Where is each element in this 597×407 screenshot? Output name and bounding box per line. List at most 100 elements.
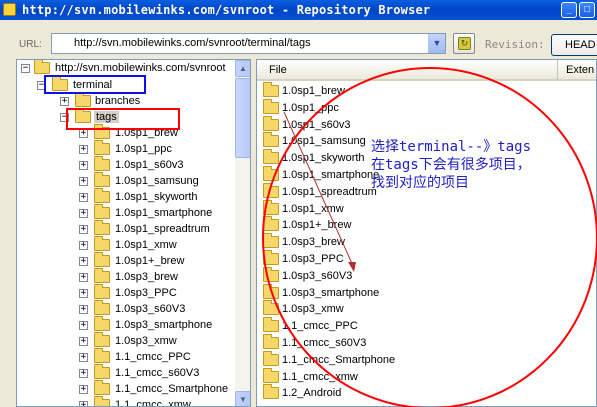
file-name[interactable]: 1.0sp3_smartphone <box>282 287 379 299</box>
tree-item-label[interactable]: 1.0sp1_s60v3 <box>115 159 184 171</box>
file-name[interactable]: 1.1_cmcc_s60V3 <box>282 337 366 349</box>
expand-icon[interactable]: + <box>60 97 69 106</box>
tree-item-label[interactable]: 1.0sp3_smartphone <box>115 319 212 331</box>
folder-icon <box>263 317 279 333</box>
expand-icon[interactable]: + <box>79 289 88 298</box>
folder-icon <box>94 348 110 363</box>
expand-icon[interactable]: + <box>79 145 88 154</box>
tree-item-label[interactable]: 1.0sp1_spreadtrum <box>115 223 210 235</box>
tree-vertical-scrollbar[interactable]: ▲ ▼ <box>235 60 250 406</box>
folder-icon <box>94 364 110 379</box>
tree-item-label[interactable]: 1.0sp1_samsung <box>115 175 199 187</box>
head-button[interactable]: HEAD <box>551 34 597 56</box>
folder-icon <box>94 140 110 155</box>
file-name[interactable]: 1.0sp3_s60V3 <box>282 270 352 282</box>
tree-item-label[interactable]: 1.1_cmcc_PPC <box>115 351 191 363</box>
tree-item-label[interactable]: 1.0sp1_xmw <box>115 239 177 251</box>
refresh-button[interactable]: ↻ <box>453 33 475 54</box>
folder-icon <box>94 156 110 171</box>
tree-item-label[interactable]: 1.0sp1_smartphone <box>115 207 212 219</box>
expand-icon[interactable]: + <box>79 209 88 218</box>
app-icon <box>3 3 16 16</box>
file-name[interactable]: 1.0sp1_smartphone <box>282 169 379 181</box>
expand-icon[interactable]: + <box>79 129 88 138</box>
tree-label-root[interactable]: http://svn.mobilewinks.com/svnroot <box>55 62 226 74</box>
tree-item-label[interactable]: 1.0sp1_ppc <box>115 143 172 155</box>
tree-item-label[interactable]: 1.0sp1+_brew <box>115 255 184 267</box>
file-name[interactable]: 1.0sp1_xmw <box>282 203 344 215</box>
folder-icon <box>94 204 110 219</box>
window-title: http://svn.mobilewinks.com/svnroot - Rep… <box>22 3 431 17</box>
folder-icon <box>94 300 110 315</box>
minimize-button[interactable]: _ <box>561 2 577 18</box>
folder-icon <box>263 266 279 282</box>
file-name[interactable]: 1.2_Android <box>282 387 341 399</box>
expand-icon[interactable]: + <box>79 273 88 282</box>
expand-icon[interactable]: + <box>79 305 88 314</box>
folder-icon <box>94 220 110 235</box>
folder-icon <box>75 92 91 107</box>
expand-icon[interactable]: + <box>79 321 88 330</box>
folder-icon <box>94 252 110 267</box>
file-list-pane[interactable]: File Exten 1.0sp1_brew 1.0sp1_ppc 1.0sp1_s… <box>256 59 597 407</box>
folder-icon <box>94 188 110 203</box>
scroll-down-icon[interactable]: ▼ <box>235 391 250 406</box>
tree-item-label[interactable]: 1.0sp3_s60V3 <box>115 303 185 315</box>
file-name[interactable]: 1.0sp3_xmw <box>282 303 344 315</box>
file-name[interactable]: 1.0sp1_s60v3 <box>282 119 351 131</box>
column-header-file[interactable]: File <box>257 60 558 81</box>
expand-icon[interactable]: + <box>79 257 88 266</box>
folder-icon <box>263 98 279 114</box>
tree-item-label[interactable]: 1.0sp3_brew <box>115 271 178 283</box>
folder-icon <box>94 396 110 406</box>
tree-item-label[interactable]: 1.1_cmcc_Smartphone <box>115 383 228 395</box>
folder-icon <box>263 216 279 232</box>
tree-item-label[interactable]: 1.0sp3_xmw <box>115 335 177 347</box>
tree-label-branches[interactable]: branches <box>95 95 140 107</box>
expand-icon[interactable]: + <box>79 193 88 202</box>
tree-item-label[interactable]: 1.0sp3_PPC <box>115 287 177 299</box>
tree-item-label[interactable]: 1.1_cmcc_xmw <box>115 399 191 406</box>
file-name[interactable]: 1.0sp1_samsung <box>282 135 366 147</box>
file-name[interactable]: 1.0sp1+_brew <box>282 219 351 231</box>
folder-icon <box>263 283 279 299</box>
chevron-down-icon[interactable]: ▼ <box>428 34 445 53</box>
file-name[interactable]: 1.1_cmcc_PPC <box>282 320 358 332</box>
folder-icon <box>263 182 279 198</box>
expand-icon[interactable]: + <box>79 177 88 186</box>
scrollbar-thumb[interactable] <box>235 78 250 158</box>
expand-icon[interactable]: + <box>79 337 88 346</box>
expand-icon[interactable]: + <box>79 241 88 250</box>
maximize-button[interactable]: □ <box>579 2 595 18</box>
file-name[interactable]: 1.0sp1_skyworth <box>282 152 365 164</box>
expand-icon[interactable]: + <box>79 369 88 378</box>
folder-icon <box>94 236 110 251</box>
file-name[interactable]: 1.0sp1_brew <box>282 85 345 97</box>
folder-icon <box>94 284 110 299</box>
expand-icon[interactable]: + <box>79 161 88 170</box>
url-value[interactable]: http://svn.mobilewinks.com/svnroot/termi… <box>74 37 311 49</box>
tree-item-label[interactable]: 1.1_cmcc_s60V3 <box>115 367 199 379</box>
folder-icon <box>263 384 279 400</box>
expand-icon[interactable]: + <box>79 401 88 406</box>
file-name[interactable]: 1.0sp3_PPC <box>282 253 344 265</box>
folder-icon <box>263 132 279 148</box>
column-header-extension[interactable]: Exten <box>558 60 596 81</box>
folder-icon <box>263 199 279 215</box>
scroll-up-icon[interactable]: ▲ <box>235 60 250 77</box>
file-name[interactable]: 1.1_cmcc_Smartphone <box>282 354 395 366</box>
blue-highlight-box <box>44 75 146 94</box>
expand-icon[interactable]: + <box>79 353 88 362</box>
collapse-icon[interactable]: − <box>21 64 30 73</box>
url-combobox[interactable]: http://svn.mobilewinks.com/svnroot/termi… <box>51 33 446 54</box>
expand-icon[interactable]: + <box>79 225 88 234</box>
file-name[interactable]: 1.1_cmcc_xmw <box>282 371 358 383</box>
file-name[interactable]: 1.0sp1_spreadtrum <box>282 186 377 198</box>
folder-open-icon <box>34 60 50 74</box>
expand-icon[interactable]: + <box>79 385 88 394</box>
folder-icon <box>94 316 110 331</box>
file-name[interactable]: 1.0sp1_ppc <box>282 102 339 114</box>
tree-item-label[interactable]: 1.0sp1_skyworth <box>115 191 198 203</box>
folder-icon <box>94 268 110 283</box>
file-name[interactable]: 1.0sp3_brew <box>282 236 345 248</box>
